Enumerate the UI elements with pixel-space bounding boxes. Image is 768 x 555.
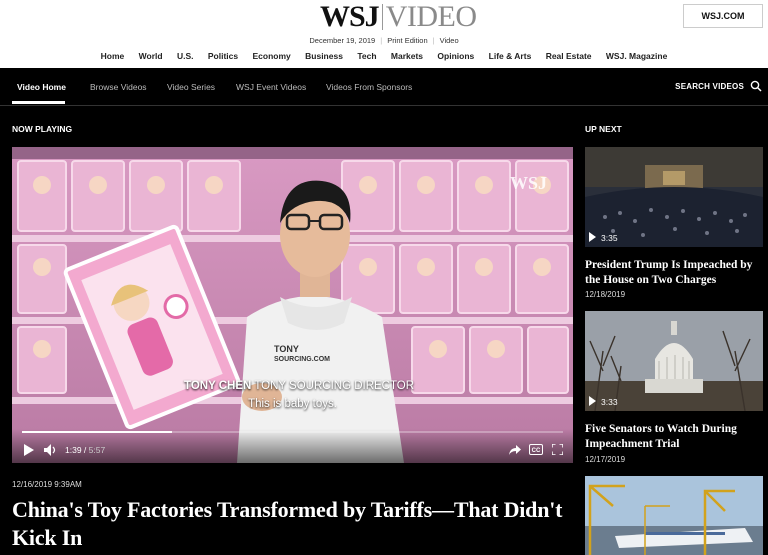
subtitle-text: This is baby toys.	[248, 398, 337, 410]
up-next-title-2[interactable]: Five Senators to Watch During Impeachmen…	[585, 422, 765, 452]
nav-us[interactable]: U.S.	[177, 51, 194, 61]
video-frame: TONY SOURCING.COM	[12, 147, 573, 463]
nav-real-estate[interactable]: Real Estate	[546, 51, 592, 61]
nav-wsj-magazine[interactable]: WSJ. Magazine	[606, 51, 667, 61]
nav-home[interactable]: Home	[101, 51, 125, 61]
dateline: December 19, 2019 | Print Edition | Video	[309, 36, 459, 45]
up-next-date-2: 12/17/2019	[585, 455, 626, 464]
time-display: 1:39 / 5:57	[65, 445, 106, 455]
player-controls: 1:39 / 5:57 CC	[12, 429, 573, 463]
share-icon[interactable]	[509, 444, 521, 456]
up-next-thumbnail-3[interactable]	[585, 476, 763, 555]
active-tab-indicator	[12, 101, 65, 104]
video-nav: Video Home Browse Videos Video Series WS…	[0, 68, 768, 106]
nav-business[interactable]: Business	[305, 51, 343, 61]
shipyard-cranes-image	[585, 476, 763, 555]
video-nav-events[interactable]: WSJ Event Videos	[236, 82, 306, 92]
nav-world[interactable]: World	[139, 51, 163, 61]
progress-fill	[22, 431, 172, 433]
fullscreen-icon[interactable]	[552, 444, 563, 455]
nav-politics[interactable]: Politics	[208, 51, 238, 61]
speaker-role: TONY SOURCING DIRECTOR	[254, 380, 415, 392]
print-edition-link[interactable]: Print Edition	[387, 36, 427, 45]
nav-economy[interactable]: Economy	[253, 51, 291, 61]
video-player[interactable]: TONY SOURCING.COM WSJ TONY CHEN TONY SOU…	[12, 147, 573, 463]
lower-third-caption: TONY CHEN TONY SOURCING DIRECTOR	[184, 380, 414, 392]
search-icon[interactable]	[750, 80, 762, 92]
up-next-thumbnail-2[interactable]: 3:33	[585, 311, 763, 411]
wsj-video-logo[interactable]: WSJ VIDEO	[320, 0, 477, 34]
total-time: 5:57	[88, 445, 106, 455]
up-next-title-1[interactable]: President Trump Is Impeached by the Hous…	[585, 258, 765, 288]
nav-markets[interactable]: Markets	[391, 51, 423, 61]
site-header: WSJ VIDEO WSJ.COM December 19, 2019 | Print…	[0, 0, 768, 68]
speaker-name: TONY CHEN	[184, 380, 252, 392]
main-nav: Home World U.S. Politics Economy Busines…	[0, 51, 768, 61]
current-date: December 19, 2019	[309, 36, 376, 45]
duration-badge: 3:33	[589, 396, 618, 407]
svg-text:TONY: TONY	[274, 344, 299, 354]
nav-life-arts[interactable]: Life & Arts	[489, 51, 532, 61]
up-next-date-1: 12/18/2019	[585, 290, 626, 299]
video-title: China's Toy Factories Transformed by Tar…	[12, 497, 563, 550]
logo-wsj: WSJ	[320, 0, 380, 33]
now-playing-heading: NOW PLAYING	[12, 124, 73, 134]
nav-tech[interactable]: Tech	[357, 51, 376, 61]
video-link[interactable]: Video	[440, 36, 459, 45]
video-nav-series[interactable]: Video Series	[167, 82, 215, 92]
nav-opinions[interactable]: Opinions	[437, 51, 474, 61]
search-videos-link[interactable]: SEARCH VIDEOS	[675, 82, 744, 91]
up-next-thumbnail-1[interactable]: 3:35	[585, 147, 763, 247]
video-watermark: WSJ	[509, 173, 547, 193]
duration-badge: 3:35	[589, 232, 618, 243]
logo-video: VIDEO	[385, 0, 477, 33]
video-publish-date: 12/16/2019 9:39AM	[12, 480, 82, 489]
up-next-heading: UP NEXT	[585, 124, 622, 134]
svg-text:SOURCING.COM: SOURCING.COM	[274, 356, 330, 363]
progress-bar[interactable]	[22, 431, 563, 433]
video-nav-home[interactable]: Video Home	[17, 82, 66, 92]
svg-text:CC: CC	[532, 448, 541, 454]
current-time: 1:39	[65, 445, 82, 455]
volume-icon[interactable]	[44, 444, 58, 456]
wsj-com-button[interactable]: WSJ.COM	[683, 4, 763, 28]
play-icon[interactable]	[24, 444, 34, 456]
video-nav-sponsors[interactable]: Videos From Sponsors	[326, 82, 412, 92]
video-nav-browse[interactable]: Browse Videos	[90, 82, 147, 92]
closed-captions-icon[interactable]: CC	[529, 444, 543, 455]
